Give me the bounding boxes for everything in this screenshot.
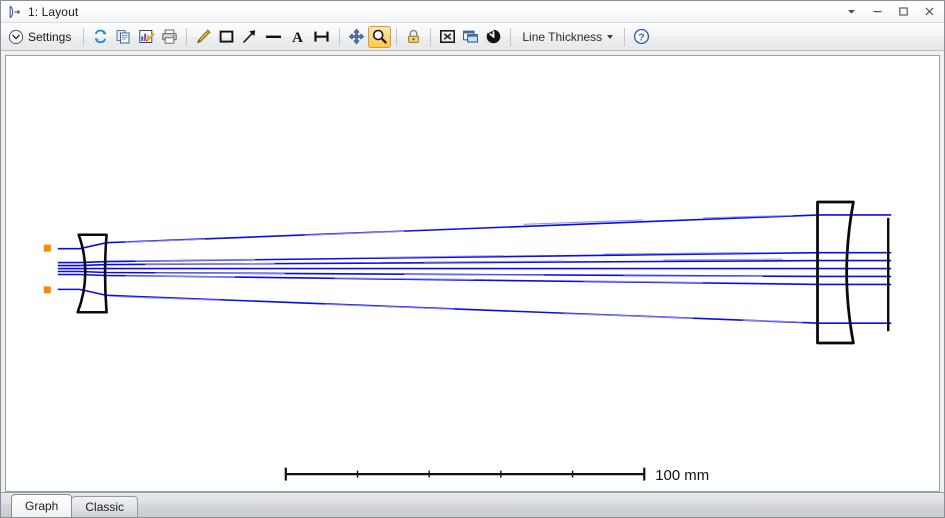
minimize-icon <box>872 6 883 17</box>
magnifier-icon <box>371 28 388 45</box>
lock-button[interactable] <box>402 26 425 48</box>
toolbar-separator <box>430 28 431 46</box>
measure-icon <box>312 28 331 45</box>
text-button[interactable]: A <box>286 26 309 48</box>
rectangle-button[interactable] <box>215 26 238 48</box>
settings-button[interactable]: Settings <box>5 26 78 48</box>
layout-drawing: 100 mm <box>6 56 939 491</box>
line-icon <box>264 28 283 45</box>
tab-classic-label: Classic <box>85 500 124 514</box>
maximize-button[interactable] <box>890 1 916 22</box>
ray-highlight-seg <box>135 260 254 261</box>
tab-graph-label: Graph <box>25 499 58 513</box>
ray-highlight-seg <box>155 273 284 274</box>
settings-label: Settings <box>28 30 71 44</box>
pencil-icon <box>195 28 212 45</box>
chevron-down-icon <box>846 6 857 17</box>
ray-highlight-seg <box>305 231 405 235</box>
ray-upper-1 <box>58 215 891 249</box>
arrow-button[interactable] <box>238 26 261 48</box>
close-button[interactable] <box>916 1 942 22</box>
detach-button[interactable] <box>459 26 482 48</box>
svg-text:?: ? <box>638 32 644 44</box>
chevron-down-circle-icon <box>8 29 24 45</box>
text-a-icon: A <box>289 28 306 45</box>
reset-button[interactable] <box>482 26 505 48</box>
help-question-icon: ? <box>633 28 650 45</box>
arrow-icon <box>241 28 258 45</box>
lock-icon <box>405 28 422 45</box>
pan-button[interactable] <box>345 26 368 48</box>
rectangle-icon <box>218 28 235 45</box>
title-bar: 1: Layout <box>1 1 944 23</box>
lens-element-2 <box>818 202 854 343</box>
svg-text:A: A <box>292 30 303 45</box>
minimize-button[interactable] <box>864 1 890 22</box>
fit-window-icon <box>439 28 456 45</box>
lens-layout-icon <box>7 4 23 20</box>
ray-highlight-seg <box>663 259 782 260</box>
toolbar-separator <box>624 28 625 46</box>
refresh-icon <box>92 28 109 45</box>
object-marker-top <box>44 245 51 252</box>
ray-lower-1 <box>58 289 891 323</box>
scale-bar-label: 100 mm <box>655 468 709 484</box>
measure-button[interactable] <box>309 26 334 48</box>
help-button[interactable]: ? <box>630 26 653 48</box>
print-button[interactable] <box>158 26 181 48</box>
tab-strip: Graph Classic <box>1 492 944 517</box>
maximize-icon <box>898 6 909 17</box>
save-chart-icon <box>138 28 155 45</box>
object-marker-bottom <box>44 286 51 293</box>
canvas-container: 100 mm <box>1 51 944 492</box>
toolbar-separator <box>186 28 187 46</box>
titlebar-dropdown-button[interactable] <box>838 1 864 22</box>
toolbar-separator <box>396 28 397 46</box>
line-thickness-label: Line Thickness <box>522 30 602 44</box>
ray-highlight-seg <box>564 314 693 318</box>
scale-bar <box>286 468 644 481</box>
line-button[interactable] <box>261 26 286 48</box>
refresh-button[interactable] <box>89 26 112 48</box>
ray-highlight-seg <box>325 304 454 309</box>
reset-clock-icon <box>485 28 502 45</box>
layout-window: 1: Layout <box>0 0 945 518</box>
close-icon <box>924 6 935 17</box>
toolbar-separator <box>510 28 511 46</box>
pan-move-icon <box>348 28 365 45</box>
toolbar: Settings <box>1 23 944 51</box>
zoom-button[interactable] <box>368 26 391 48</box>
line-thickness-dropdown[interactable]: Line Thickness <box>516 26 619 48</box>
window-title: 1: Layout <box>28 5 78 19</box>
toolbar-separator <box>339 28 340 46</box>
fit-button[interactable] <box>436 26 459 48</box>
toolbar-separator <box>83 28 84 46</box>
window-controls <box>838 1 942 22</box>
save-button[interactable] <box>135 26 158 48</box>
layout-canvas[interactable]: 100 mm <box>5 55 940 492</box>
copy-icon <box>115 28 132 45</box>
ray-bundle-group <box>58 215 891 323</box>
lens-2-outline <box>818 202 854 343</box>
print-icon <box>161 28 178 45</box>
detach-window-icon <box>462 28 479 45</box>
tab-classic[interactable]: Classic <box>71 496 138 517</box>
object-markers <box>44 245 51 294</box>
tab-graph[interactable]: Graph <box>11 494 72 517</box>
chevron-down-icon <box>607 35 613 39</box>
pencil-button[interactable] <box>192 26 215 48</box>
copy-button[interactable] <box>112 26 135 48</box>
